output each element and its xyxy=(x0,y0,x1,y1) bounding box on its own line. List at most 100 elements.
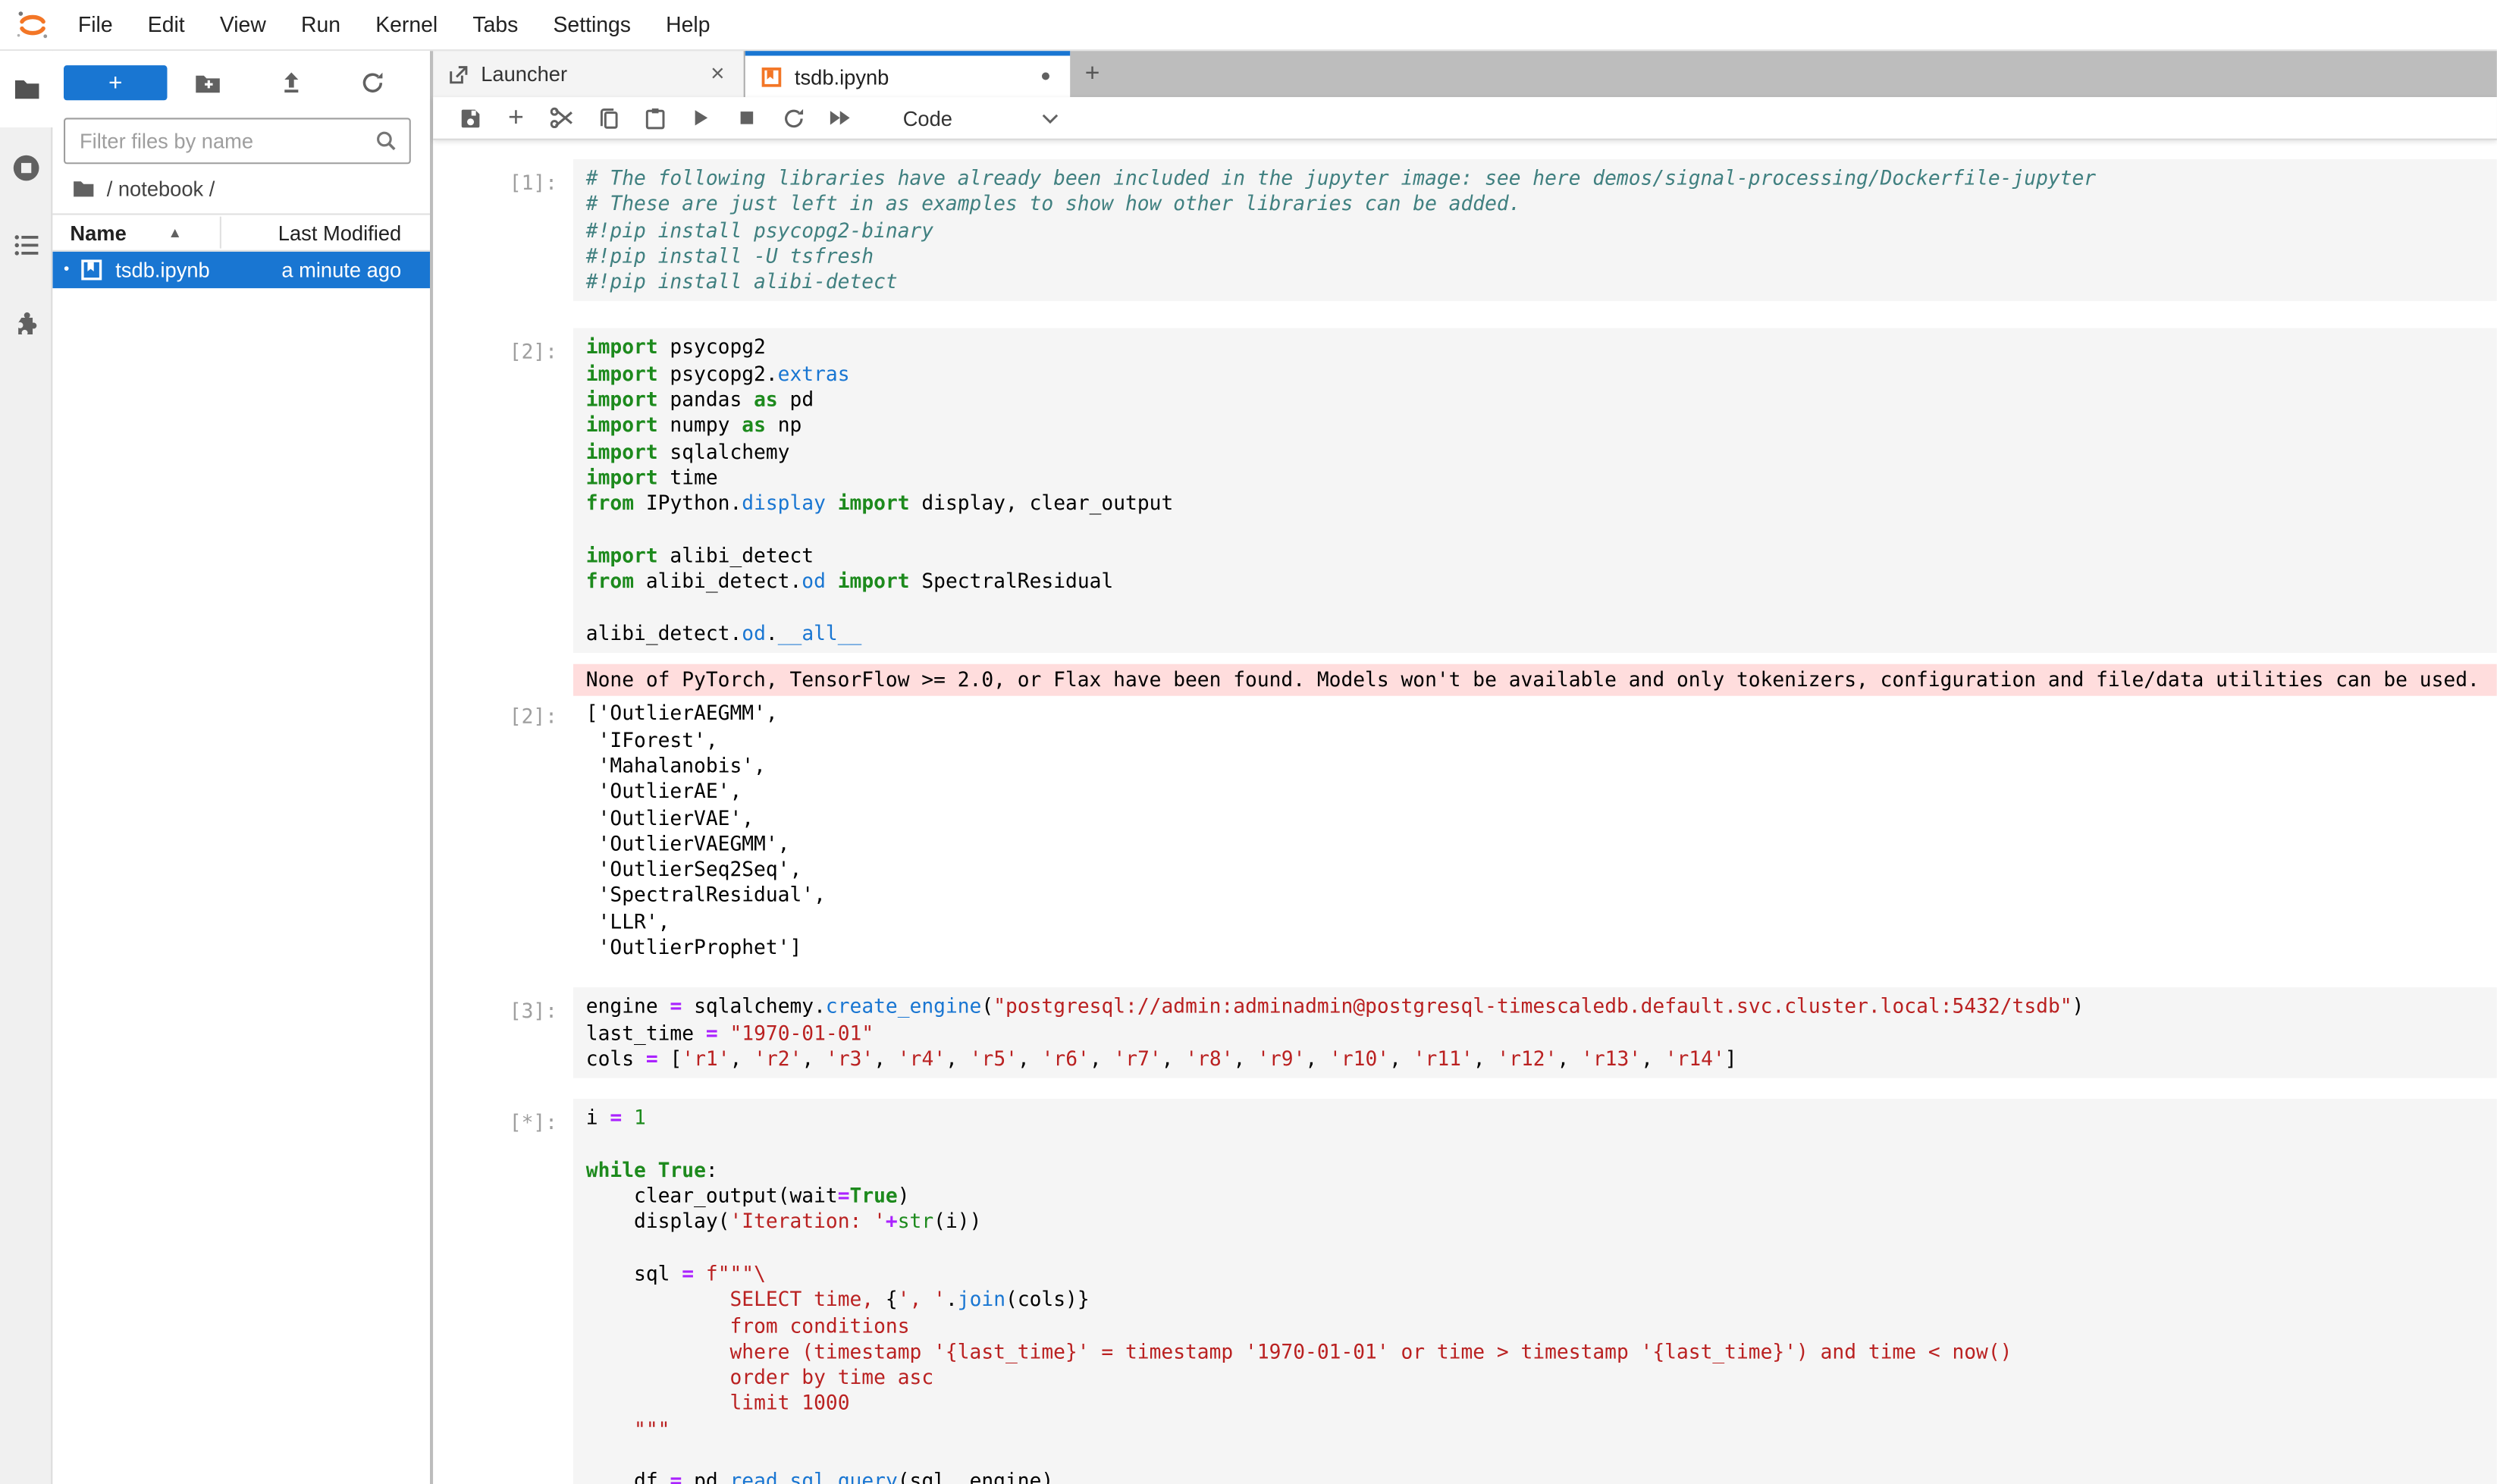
filter-files-box xyxy=(64,118,411,164)
code-line xyxy=(586,1235,2484,1261)
code-line: last_time = "1970-01-01" xyxy=(586,1020,2484,1046)
file-browser-toolbar: + xyxy=(52,51,430,100)
code-line: import numpy as np xyxy=(586,413,2484,439)
interrupt-kernel-icon[interactable] xyxy=(729,102,764,133)
code-line: #!pip install alibi-detect xyxy=(586,269,2484,295)
menu-item-view[interactable]: View xyxy=(202,13,284,37)
code-line: from alibi_detect.od import SpectralResi… xyxy=(586,569,2484,595)
notebook-toolbar: + xyxy=(433,97,2497,140)
column-divider xyxy=(220,217,221,249)
menu-item-help[interactable]: Help xyxy=(648,13,728,37)
menu-item-file[interactable]: File xyxy=(61,13,130,37)
breadcrumb-path: / notebook / xyxy=(107,177,215,200)
output-line: 'OutlierAE', xyxy=(586,779,2484,805)
menu-item-tabs[interactable]: Tabs xyxy=(455,13,535,37)
menu-item-settings[interactable]: Settings xyxy=(535,13,648,37)
sort-ascending-icon[interactable]: ▲ xyxy=(168,224,182,240)
code-editor[interactable]: i = 1 while True: clear_output(wait=True… xyxy=(573,1099,2497,1484)
file-row-tsdb-ipynb[interactable]: • tsdb.ipynb a minute ago xyxy=(52,252,430,288)
jupyter-logo-icon xyxy=(14,6,51,42)
code-cell-3: [3]: engine = sqlalchemy.create_engine("… xyxy=(433,988,2497,1078)
filter-files-input[interactable] xyxy=(77,127,375,155)
new-tab-button[interactable]: + xyxy=(1070,51,1115,97)
output-prompt: [2]: xyxy=(433,700,573,961)
file-list-header: Name ▲ Last Modified xyxy=(52,213,430,251)
run-cell-icon[interactable] xyxy=(683,102,718,133)
output-line: 'LLR', xyxy=(586,909,2484,935)
code-line xyxy=(586,1131,2484,1157)
new-folder-button[interactable] xyxy=(167,69,249,96)
output-line: 'Mahalanobis', xyxy=(586,753,2484,779)
code-line: """ xyxy=(586,1417,2484,1443)
stderr-output: None of PyTorch, TensorFlow >= 2.0, or F… xyxy=(573,664,2497,697)
code-cell-2: [2]: import psycopg2import psycopg2.extr… xyxy=(433,329,2497,653)
code-line: # The following libraries have already b… xyxy=(586,165,2484,191)
menu-item-kernel[interactable]: Kernel xyxy=(358,13,455,37)
code-line: display('Iteration: '+str(i)) xyxy=(586,1209,2484,1235)
code-editor[interactable]: import psycopg2import psycopg2.extrasimp… xyxy=(573,329,2497,653)
insert-cell-icon[interactable]: + xyxy=(498,102,533,133)
output-line: 'SpectralResidual', xyxy=(586,883,2484,908)
cut-cells-icon[interactable] xyxy=(544,102,579,133)
column-header-name[interactable]: Name xyxy=(52,221,126,245)
input-prompt: [2]: xyxy=(433,329,573,653)
menu-item-run[interactable]: Run xyxy=(284,13,358,37)
table-of-contents-icon[interactable] xyxy=(11,229,42,259)
output-line: 'IForest', xyxy=(586,727,2484,753)
main-area: Launcher × tsdb.ipynb ● + xyxy=(433,51,2497,1484)
file-modified: a minute ago xyxy=(281,258,430,282)
code-editor[interactable]: engine = sqlalchemy.create_engine("postg… xyxy=(573,988,2497,1078)
run-all-cells-icon[interactable] xyxy=(822,102,857,133)
code-line xyxy=(586,595,2484,620)
cell-type-value: Code xyxy=(903,106,952,130)
stderr-text: None of PyTorch, TensorFlow >= 2.0, or F… xyxy=(586,667,2484,693)
activity-bar xyxy=(0,51,52,1484)
column-header-modified[interactable]: Last Modified xyxy=(278,221,430,245)
tab-label: tsdb.ipynb xyxy=(795,64,889,89)
extensions-icon[interactable] xyxy=(11,309,42,339)
menu-bar: FileEditViewRunKernelTabsSettingsHelp xyxy=(0,0,2497,51)
code-line: import psycopg2 xyxy=(586,335,2484,361)
save-icon[interactable] xyxy=(452,102,487,133)
code-line: cols = ['r1', 'r2', 'r3', 'r4', 'r5', 'r… xyxy=(586,1046,2484,1072)
tab-label: Launcher xyxy=(481,62,567,86)
new-launcher-button[interactable]: + xyxy=(64,65,167,100)
output-line: 'OutlierSeq2Seq', xyxy=(586,857,2484,883)
menu-item-edit[interactable]: Edit xyxy=(130,13,202,37)
cell-type-select[interactable]: Code xyxy=(893,106,1068,130)
code-line: import psycopg2.extras xyxy=(586,361,2484,387)
upload-button[interactable] xyxy=(249,70,332,96)
breadcrumb[interactable]: / notebook / xyxy=(52,164,430,213)
code-line: sql = f"""\ xyxy=(586,1261,2484,1287)
input-prompt: [*]: xyxy=(433,1099,573,1484)
code-editor[interactable]: # The following libraries have already b… xyxy=(573,159,2497,302)
code-line: #!pip install psycopg2-binary xyxy=(586,218,2484,243)
tab-launcher[interactable]: Launcher × xyxy=(433,51,745,97)
menu-items: FileEditViewRunKernelTabsSettingsHelp xyxy=(61,13,728,37)
running-kernels-icon[interactable] xyxy=(11,153,42,184)
notebook-icon xyxy=(760,64,784,89)
code-line: limit 1000 xyxy=(586,1391,2484,1417)
file-name: tsdb.ipynb xyxy=(115,258,209,282)
chevron-down-icon xyxy=(1041,112,1059,124)
code-line xyxy=(586,1443,2484,1469)
code-cell-4: [*]: i = 1 while True: clear_output(wait… xyxy=(433,1099,2497,1484)
code-line: from IPython.display import display, cle… xyxy=(586,491,2484,516)
file-browser-icon[interactable] xyxy=(11,74,42,104)
cell-2-output: [2]: ['OutlierAEGMM', 'IForest', 'Mahala… xyxy=(433,700,2497,961)
output-line: 'OutlierVAEGMM', xyxy=(586,831,2484,857)
code-line: #!pip install -U tsfresh xyxy=(586,243,2484,269)
code-line: # These are just left in as examples to … xyxy=(586,192,2484,218)
paste-cells-icon[interactable] xyxy=(637,102,672,133)
close-tab-icon[interactable]: × xyxy=(706,61,729,88)
copy-cells-icon[interactable] xyxy=(591,102,626,133)
output-line: ['OutlierAEGMM', xyxy=(586,701,2484,727)
input-prompt: [3]: xyxy=(433,988,573,1078)
code-line: from conditions xyxy=(586,1313,2484,1339)
unsaved-changes-dot[interactable]: ● xyxy=(1036,67,1056,86)
restart-kernel-icon[interactable] xyxy=(776,102,811,133)
tab-tsdb-ipynb[interactable]: tsdb.ipynb ● xyxy=(745,51,1070,97)
refresh-button[interactable] xyxy=(332,70,415,96)
code-line: import pandas as pd xyxy=(586,387,2484,413)
notebook-content: [1]: # The following libraries have alre… xyxy=(433,140,2497,1484)
